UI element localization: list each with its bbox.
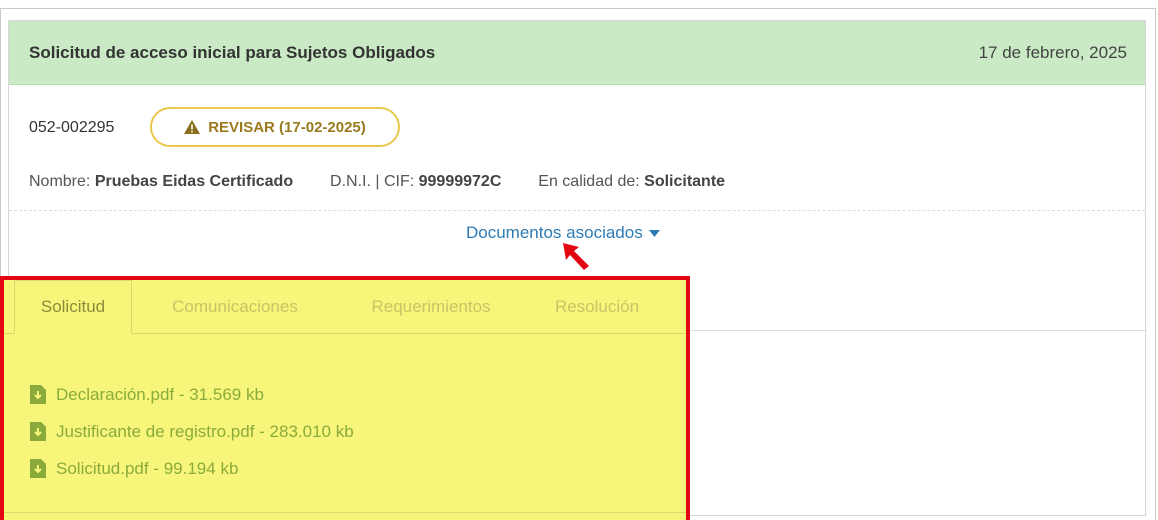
file-download-icon xyxy=(30,459,46,478)
file-item[interactable]: Declaración.pdf - 31.569 kb xyxy=(30,376,354,413)
card-header: Solicitud de acceso inicial para Sujetos… xyxy=(9,21,1145,85)
tab-comunicaciones[interactable]: Comunicaciones xyxy=(140,280,330,333)
file-label[interactable]: Solicitud.pdf - 99.194 kb xyxy=(56,459,238,479)
documents-toggle[interactable]: Documentos asociados xyxy=(466,223,660,243)
tab-label: Solicitud xyxy=(40,297,106,316)
panel-bottom-divider xyxy=(4,512,686,513)
file-download-icon xyxy=(30,422,46,441)
role-label: En calidad de: xyxy=(538,173,640,190)
caret-down-icon xyxy=(648,229,660,237)
red-arrow-pointer-icon xyxy=(563,243,589,270)
card-date: 17 de febrero, 2025 xyxy=(978,43,1127,62)
warning-icon xyxy=(184,120,201,134)
tab-label: Requerimientos xyxy=(371,296,491,316)
documents-toggle-label[interactable]: Documentos asociados xyxy=(466,223,643,243)
highlighted-documents-panel: Solicitud Comunicaciones Requerimientos … xyxy=(0,276,690,520)
file-label[interactable]: Justificante de registro.pdf - 283.010 k… xyxy=(56,422,354,442)
dni-value: 99999972C xyxy=(418,173,502,190)
tab-label: Resolución xyxy=(554,296,640,316)
tab-requerimientos[interactable]: Requerimientos xyxy=(340,280,522,333)
status-badge-label: REVISAR (17-02-2025) xyxy=(208,118,366,136)
document-tabs: Solicitud Comunicaciones Requerimientos … xyxy=(4,280,686,334)
file-download-icon xyxy=(30,385,46,404)
info-row: Nombre: Pruebas Eidas Certificado D.N.I.… xyxy=(29,173,725,191)
case-id: 052-002295 xyxy=(29,119,115,136)
tab-solicitud[interactable]: Solicitud xyxy=(14,280,132,334)
dashed-separator xyxy=(9,210,1145,211)
status-badge: REVISAR (17-02-2025) xyxy=(150,107,400,147)
file-item[interactable]: Solicitud.pdf - 99.194 kb xyxy=(30,450,354,487)
file-item[interactable]: Justificante de registro.pdf - 283.010 k… xyxy=(30,413,354,450)
file-label[interactable]: Declaración.pdf - 31.569 kb xyxy=(56,385,264,405)
tab-label: Comunicaciones xyxy=(172,296,298,316)
name-value: Pruebas Eidas Certificado xyxy=(94,173,294,190)
dni-label: D.N.I. | CIF: xyxy=(330,173,415,190)
file-list: Declaración.pdf - 31.569 kb Justificante… xyxy=(30,376,354,487)
card-title: Solicitud de acceso inicial para Sujetos… xyxy=(29,43,436,62)
name-label: Nombre: xyxy=(29,173,91,190)
tabs-divider xyxy=(689,330,1147,331)
tab-resolucion[interactable]: Resolución xyxy=(532,280,662,333)
role-value: Solicitante xyxy=(644,173,726,190)
